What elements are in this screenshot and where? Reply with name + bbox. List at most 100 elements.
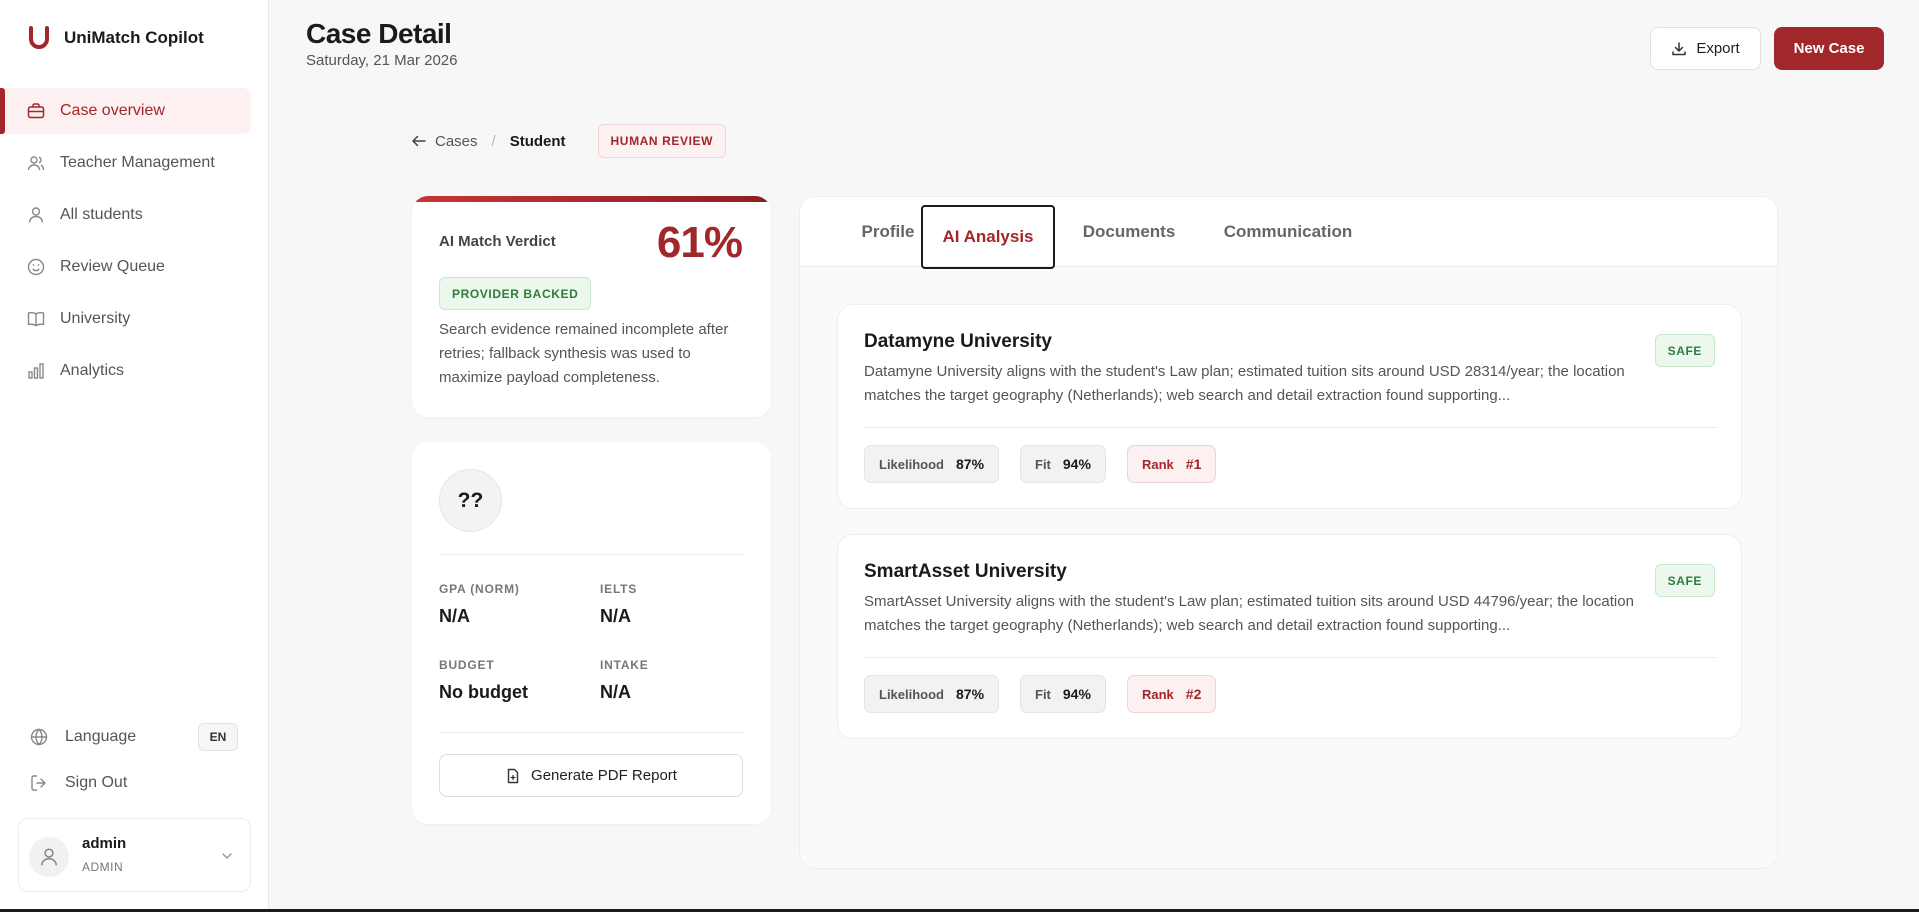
ielts-label: IELTS [600, 582, 638, 596]
gpa-value: N/A [439, 606, 470, 626]
sidebar-nav: Case overview Teacher Management All stu… [0, 88, 269, 400]
user-icon [28, 207, 44, 223]
tab-documents[interactable]: Documents [1062, 197, 1196, 267]
divider [864, 657, 1717, 658]
provider-badge: PROVIDER BACKED [439, 277, 592, 310]
user-menu[interactable]: admin ADMIN [18, 818, 251, 892]
logout-icon [31, 775, 46, 791]
export-label: Export [1696, 40, 1740, 57]
likelihood-value: 87% [956, 456, 985, 472]
app-name: UniMatch Copilot [64, 28, 204, 47]
bar-chart-icon [28, 363, 44, 379]
sidebar-item-all-students[interactable]: All students [0, 192, 251, 238]
breadcrumb-separator: / [491, 132, 496, 150]
smile-icon [27, 258, 45, 276]
likelihood-chip: Likelihood 87% [864, 675, 1000, 713]
download-icon [1672, 41, 1687, 55]
sidebar: UniMatch Copilot Case overview Teacher M… [0, 0, 269, 909]
page-date: Saturday, 21 Mar 2026 [306, 52, 458, 69]
tab-ai-analysis[interactable]: AI Analysis [921, 205, 1055, 269]
budget-label: BUDGET [439, 658, 495, 672]
user-name: admin [82, 835, 127, 852]
sidebar-item-analytics[interactable]: Analytics [0, 348, 251, 394]
status-badge: HUMAN REVIEW [597, 124, 727, 158]
likelihood-label: Likelihood [879, 686, 944, 702]
sidebar-item-label: University [60, 310, 131, 327]
sidebar-item-label: Teacher Management [60, 154, 215, 171]
rank-label: Rank [1142, 686, 1174, 702]
ai-verdict-card: AI Match Verdict 61% PROVIDER BACKED Sea… [412, 196, 771, 417]
breadcrumb-back-link[interactable]: Cases [411, 133, 478, 150]
page-title: Case Detail [306, 18, 452, 49]
book-icon [27, 312, 45, 327]
likelihood-chip: Likelihood 87% [864, 445, 1000, 483]
analysis-panel: Profile AI Analysis Documents Communicat… [799, 196, 1778, 869]
briefcase-icon [27, 103, 45, 119]
university-name: Datamyne University [864, 331, 1052, 352]
fit-value: 94% [1062, 686, 1091, 702]
sidebar-item-label: Case overview [60, 102, 165, 119]
student-initials-avatar: ?? [439, 469, 502, 532]
globe-icon [30, 728, 48, 746]
language-label: Language [65, 728, 137, 745]
users-icon [27, 156, 45, 171]
arrow-left-icon [412, 135, 426, 147]
safety-badge: SAFE [1654, 564, 1715, 597]
sidebar-item-teacher-management[interactable]: Teacher Management [0, 140, 251, 186]
brand[interactable]: UniMatch Copilot [28, 26, 204, 50]
sidebar-item-label: Analytics [60, 362, 125, 379]
verdict-label: AI Match Verdict [439, 233, 556, 250]
breadcrumb-cases: Cases [435, 132, 478, 150]
sidebar-item-label: All students [60, 206, 143, 223]
breadcrumb-current: Student [509, 132, 566, 150]
intake-value: N/A [600, 682, 631, 702]
chevron-down-icon[interactable] [220, 849, 234, 863]
ielts-value: N/A [600, 606, 631, 626]
rank-chip: Rank #1 [1127, 445, 1217, 483]
divider [864, 427, 1717, 428]
sign-out-button[interactable]: Sign Out [30, 768, 127, 798]
fit-chip: Fit 94% [1020, 445, 1106, 483]
sidebar-item-university[interactable]: University [0, 296, 251, 342]
university-name: SmartAsset University [864, 561, 1067, 582]
generate-pdf-button[interactable]: Generate PDF Report [439, 754, 743, 797]
divider [439, 554, 744, 555]
language-toggle[interactable]: EN [198, 723, 238, 751]
tab-bar: Profile AI Analysis Documents Communicat… [800, 197, 1777, 269]
sidebar-item-label: Review Queue [60, 258, 165, 275]
fit-chip: Fit 94% [1020, 675, 1106, 713]
sidebar-item-case-overview[interactable]: Case overview [0, 88, 251, 134]
student-summary-card: ?? GPA (NORM) N/A IELTS N/A BUDGET No bu… [412, 442, 771, 824]
new-case-button[interactable]: New Case [1774, 27, 1884, 70]
university-card[interactable]: SmartAsset University SmartAsset Univers… [837, 534, 1742, 739]
fit-label: Fit [1035, 686, 1051, 702]
export-button[interactable]: Export [1650, 27, 1761, 70]
verdict-accent-bar [412, 196, 771, 202]
verdict-percentage: 61% [656, 218, 743, 267]
university-description: SmartAsset University aligns with the st… [864, 593, 1634, 634]
rank-chip: Rank #2 [1127, 675, 1217, 713]
user-role: ADMIN [82, 860, 124, 874]
rank-label: Rank [1142, 456, 1174, 472]
language-setting[interactable]: Language EN [30, 720, 238, 754]
user-icon [41, 848, 57, 866]
likelihood-label: Likelihood [879, 456, 944, 472]
unimatch-logo-icon [29, 26, 49, 49]
fit-label: Fit [1035, 456, 1051, 472]
verdict-description: Search evidence remained incomplete afte… [439, 321, 729, 386]
tab-communication[interactable]: Communication [1202, 197, 1374, 267]
generate-pdf-label: Generate PDF Report [531, 767, 677, 784]
university-card[interactable]: Datamyne University Datamyne University … [837, 304, 1742, 509]
likelihood-value: 87% [956, 686, 985, 702]
rank-value: #1 [1185, 456, 1202, 472]
safety-badge: SAFE [1654, 334, 1715, 367]
gpa-label: GPA (NORM) [439, 582, 520, 596]
avatar [29, 837, 69, 877]
intake-label: INTAKE [600, 658, 649, 672]
file-icon [507, 768, 519, 783]
budget-value: No budget [439, 682, 528, 702]
sidebar-item-review-queue[interactable]: Review Queue [0, 244, 251, 290]
breadcrumb: Cases / Student HUMAN REVIEW [411, 124, 727, 158]
university-description: Datamyne University aligns with the stud… [864, 363, 1625, 404]
divider [439, 732, 744, 733]
